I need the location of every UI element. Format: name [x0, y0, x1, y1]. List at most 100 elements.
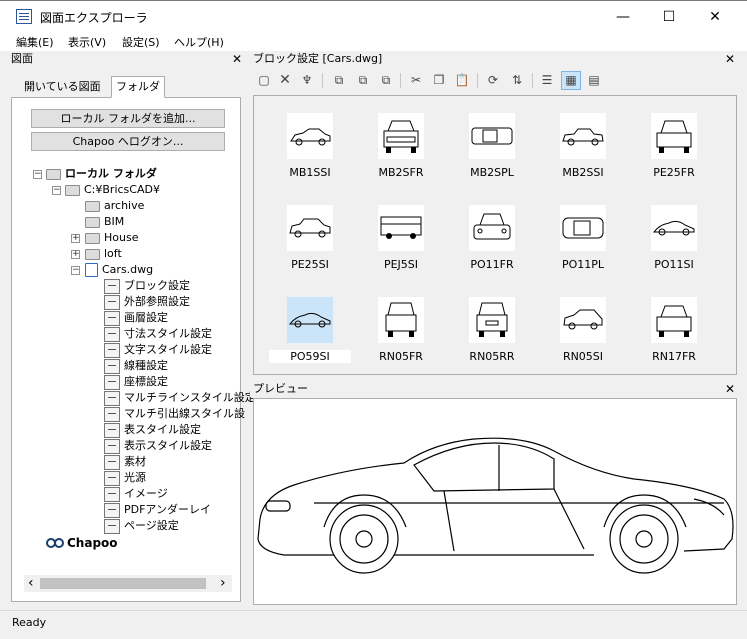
block-label: PO11FR — [470, 258, 514, 271]
tree-layer-settings[interactable]: 画層設定 — [104, 310, 168, 326]
block-item-mb2spl[interactable]: MB2SPL — [451, 106, 531, 186]
redefine-icon[interactable]: ⧉ — [378, 72, 394, 88]
tree-lights[interactable]: 光源 — [104, 470, 146, 486]
menu-edit[interactable]: 編集(E) — [16, 34, 54, 50]
menu-help[interactable]: ヘルプ(H) — [174, 34, 224, 50]
tab-folder[interactable]: フォルダ — [111, 76, 165, 98]
scrollbar-thumb[interactable] — [40, 578, 206, 589]
tree-item-label: 画層設定 — [124, 311, 168, 324]
close-button[interactable]: ✕ — [692, 1, 738, 32]
purge-brush-icon[interactable]: ♆ — [299, 72, 315, 88]
expand-house-icon[interactable]: + — [71, 234, 80, 243]
block-item-rn05rr[interactable]: RN05RR — [451, 290, 531, 370]
copy-icon[interactable]: ❐ — [431, 72, 447, 88]
expand-loft-icon[interactable]: + — [71, 250, 80, 259]
tree-mleaderstyle-settings[interactable]: マルチ引出線スタイル設 — [104, 406, 245, 422]
list-view-icon[interactable]: ☰ — [539, 72, 555, 88]
tree-pdf-underlay[interactable]: PDFアンダーレイ — [104, 502, 211, 518]
insert-icon[interactable]: ⧉ — [331, 72, 347, 88]
block-item-pej5si[interactable]: PEJ5SI — [360, 198, 440, 278]
tree-item-label: 寸法スタイル設定 — [124, 327, 212, 340]
block-item-po59si[interactable]: PO59SI — [269, 290, 351, 370]
paste-icon[interactable]: 📋 — [454, 72, 470, 88]
tree-local-folder[interactable]: ローカル フォルダ — [46, 166, 157, 182]
tree-bricscad-label: C:¥BricsCAD¥ — [84, 183, 160, 196]
tree-chapoo[interactable]: Chapoo — [46, 535, 118, 551]
insert-copy-icon[interactable]: ⧉ — [355, 72, 371, 88]
block-item-po11si[interactable]: PO11SI — [633, 198, 713, 278]
tree-file-label: Cars.dwg — [102, 263, 154, 276]
tree-item-label: 素材 — [124, 455, 146, 468]
tree-visualstyle-settings[interactable]: 表示スタイル設定 — [104, 438, 212, 454]
dwg-file-icon — [85, 263, 98, 277]
block-label: PO11PL — [561, 258, 605, 271]
chapoo-logon-button[interactable]: Chapoo へログオン... — [31, 132, 225, 151]
tree-images[interactable]: イメージ — [104, 486, 168, 502]
block-item-mb1ssi[interactable]: MB1SSI — [269, 106, 349, 186]
tree-page-setup[interactable]: ページ設定 — [104, 518, 179, 534]
tree-textstyle-settings[interactable]: 文字スタイル設定 — [104, 342, 212, 358]
block-panel-close-icon[interactable]: ✕ — [725, 51, 735, 67]
tab-open-drawings[interactable]: 開いている図面 — [19, 76, 106, 98]
sync-icon[interactable]: ⇅ — [509, 72, 525, 88]
add-local-folder-button[interactable]: ローカル フォルダを追加... — [31, 109, 225, 128]
block-item-pe25si[interactable]: PE25SI — [269, 198, 349, 278]
tree-materials[interactable]: 素材 — [104, 454, 146, 470]
block-item-rn05fr[interactable]: RN05FR — [360, 290, 440, 370]
block-label: MB2SFR — [378, 166, 424, 179]
drawings-panel-close-icon[interactable]: ✕ — [232, 51, 242, 67]
collapse-bricscad-icon[interactable]: − — [52, 186, 61, 195]
tree-folder-label: archive — [104, 199, 145, 212]
tree-tablestyle-settings[interactable]: 表スタイル設定 — [104, 422, 201, 438]
block-thumbnail — [286, 112, 334, 160]
refresh-icon[interactable]: ⟳ — [485, 72, 501, 88]
block-thumbnail — [650, 296, 698, 344]
delete-icon[interactable]: ✕ — [277, 72, 293, 88]
block-item-pe25fr[interactable]: PE25FR — [633, 106, 713, 186]
tree-dimstyle-settings[interactable]: 寸法スタイル設定 — [104, 326, 212, 342]
thumbnail-view-icon[interactable]: ▦ — [561, 71, 581, 90]
block-item-mb2sfr[interactable]: MB2SFR — [360, 106, 440, 186]
collapse-local-icon[interactable]: − — [33, 170, 42, 179]
collapse-cars-icon[interactable]: − — [71, 266, 80, 275]
block-item-po11pl[interactable]: PO11PL — [542, 198, 622, 278]
block-thumbnail — [650, 112, 698, 160]
block-thumbnail — [377, 112, 425, 160]
tree-xref-settings[interactable]: 外部参照設定 — [104, 294, 190, 310]
scroll-left-icon[interactable]: ‹ — [28, 575, 34, 591]
page-setup-icon — [104, 518, 120, 534]
tree-linetype-settings[interactable]: 線種設定 — [104, 358, 168, 374]
block-item-rn17fr[interactable]: RN17FR — [633, 290, 713, 370]
car-preview-drawing — [257, 437, 734, 574]
tree-item-label: 文字スタイル設定 — [124, 343, 212, 356]
new-block-icon[interactable]: ▢ — [256, 72, 272, 88]
tree-file-cars[interactable]: Cars.dwg — [85, 262, 153, 278]
block-item-po11fr[interactable]: PO11FR — [451, 198, 531, 278]
block-label: MB1SSI — [289, 166, 331, 179]
minimize-button[interactable]: — — [600, 1, 646, 32]
tree-block-settings[interactable]: ブロック設定 — [104, 278, 190, 294]
block-item-mb2ssi[interactable]: MB2SSI — [542, 106, 622, 186]
tree-folder-bim[interactable]: BIM — [85, 214, 124, 230]
linetype-icon — [104, 358, 120, 374]
scroll-right-icon[interactable]: › — [220, 575, 226, 591]
cut-icon[interactable]: ✂ — [408, 72, 424, 88]
tree-folder-archive[interactable]: archive — [85, 198, 144, 214]
preview-panel-close-icon[interactable]: ✕ — [725, 381, 735, 397]
block-label: RN05SI — [562, 350, 604, 363]
block-panel-header: ブロック設定 [Cars.dwg] ✕ — [250, 51, 739, 67]
preview-panel-title: プレビュー — [253, 382, 308, 395]
block-item-rn05si[interactable]: RN05SI — [542, 290, 622, 370]
maximize-button[interactable]: ☐ — [646, 1, 692, 32]
title-bar: 図面エクスプローラ — ☐ ✕ — [0, 0, 747, 31]
tree-folder-house[interactable]: House — [85, 230, 138, 246]
detail-view-icon[interactable]: ▤ — [586, 72, 602, 88]
horizontal-scrollbar[interactable]: ‹ › — [24, 575, 232, 592]
tree-ucs-settings[interactable]: 座標設定 — [104, 374, 168, 390]
menu-settings[interactable]: 設定(S) — [122, 34, 160, 50]
tree-folder-loft[interactable]: loft — [85, 246, 122, 262]
tree-mlinestyle-settings[interactable]: マルチラインスタイル設定 — [104, 390, 256, 406]
menu-view[interactable]: 表示(V) — [68, 34, 106, 50]
tree-bricscad-folder[interactable]: C:¥BricsCAD¥ — [65, 182, 160, 198]
tree-item-label: 光源 — [124, 471, 146, 484]
